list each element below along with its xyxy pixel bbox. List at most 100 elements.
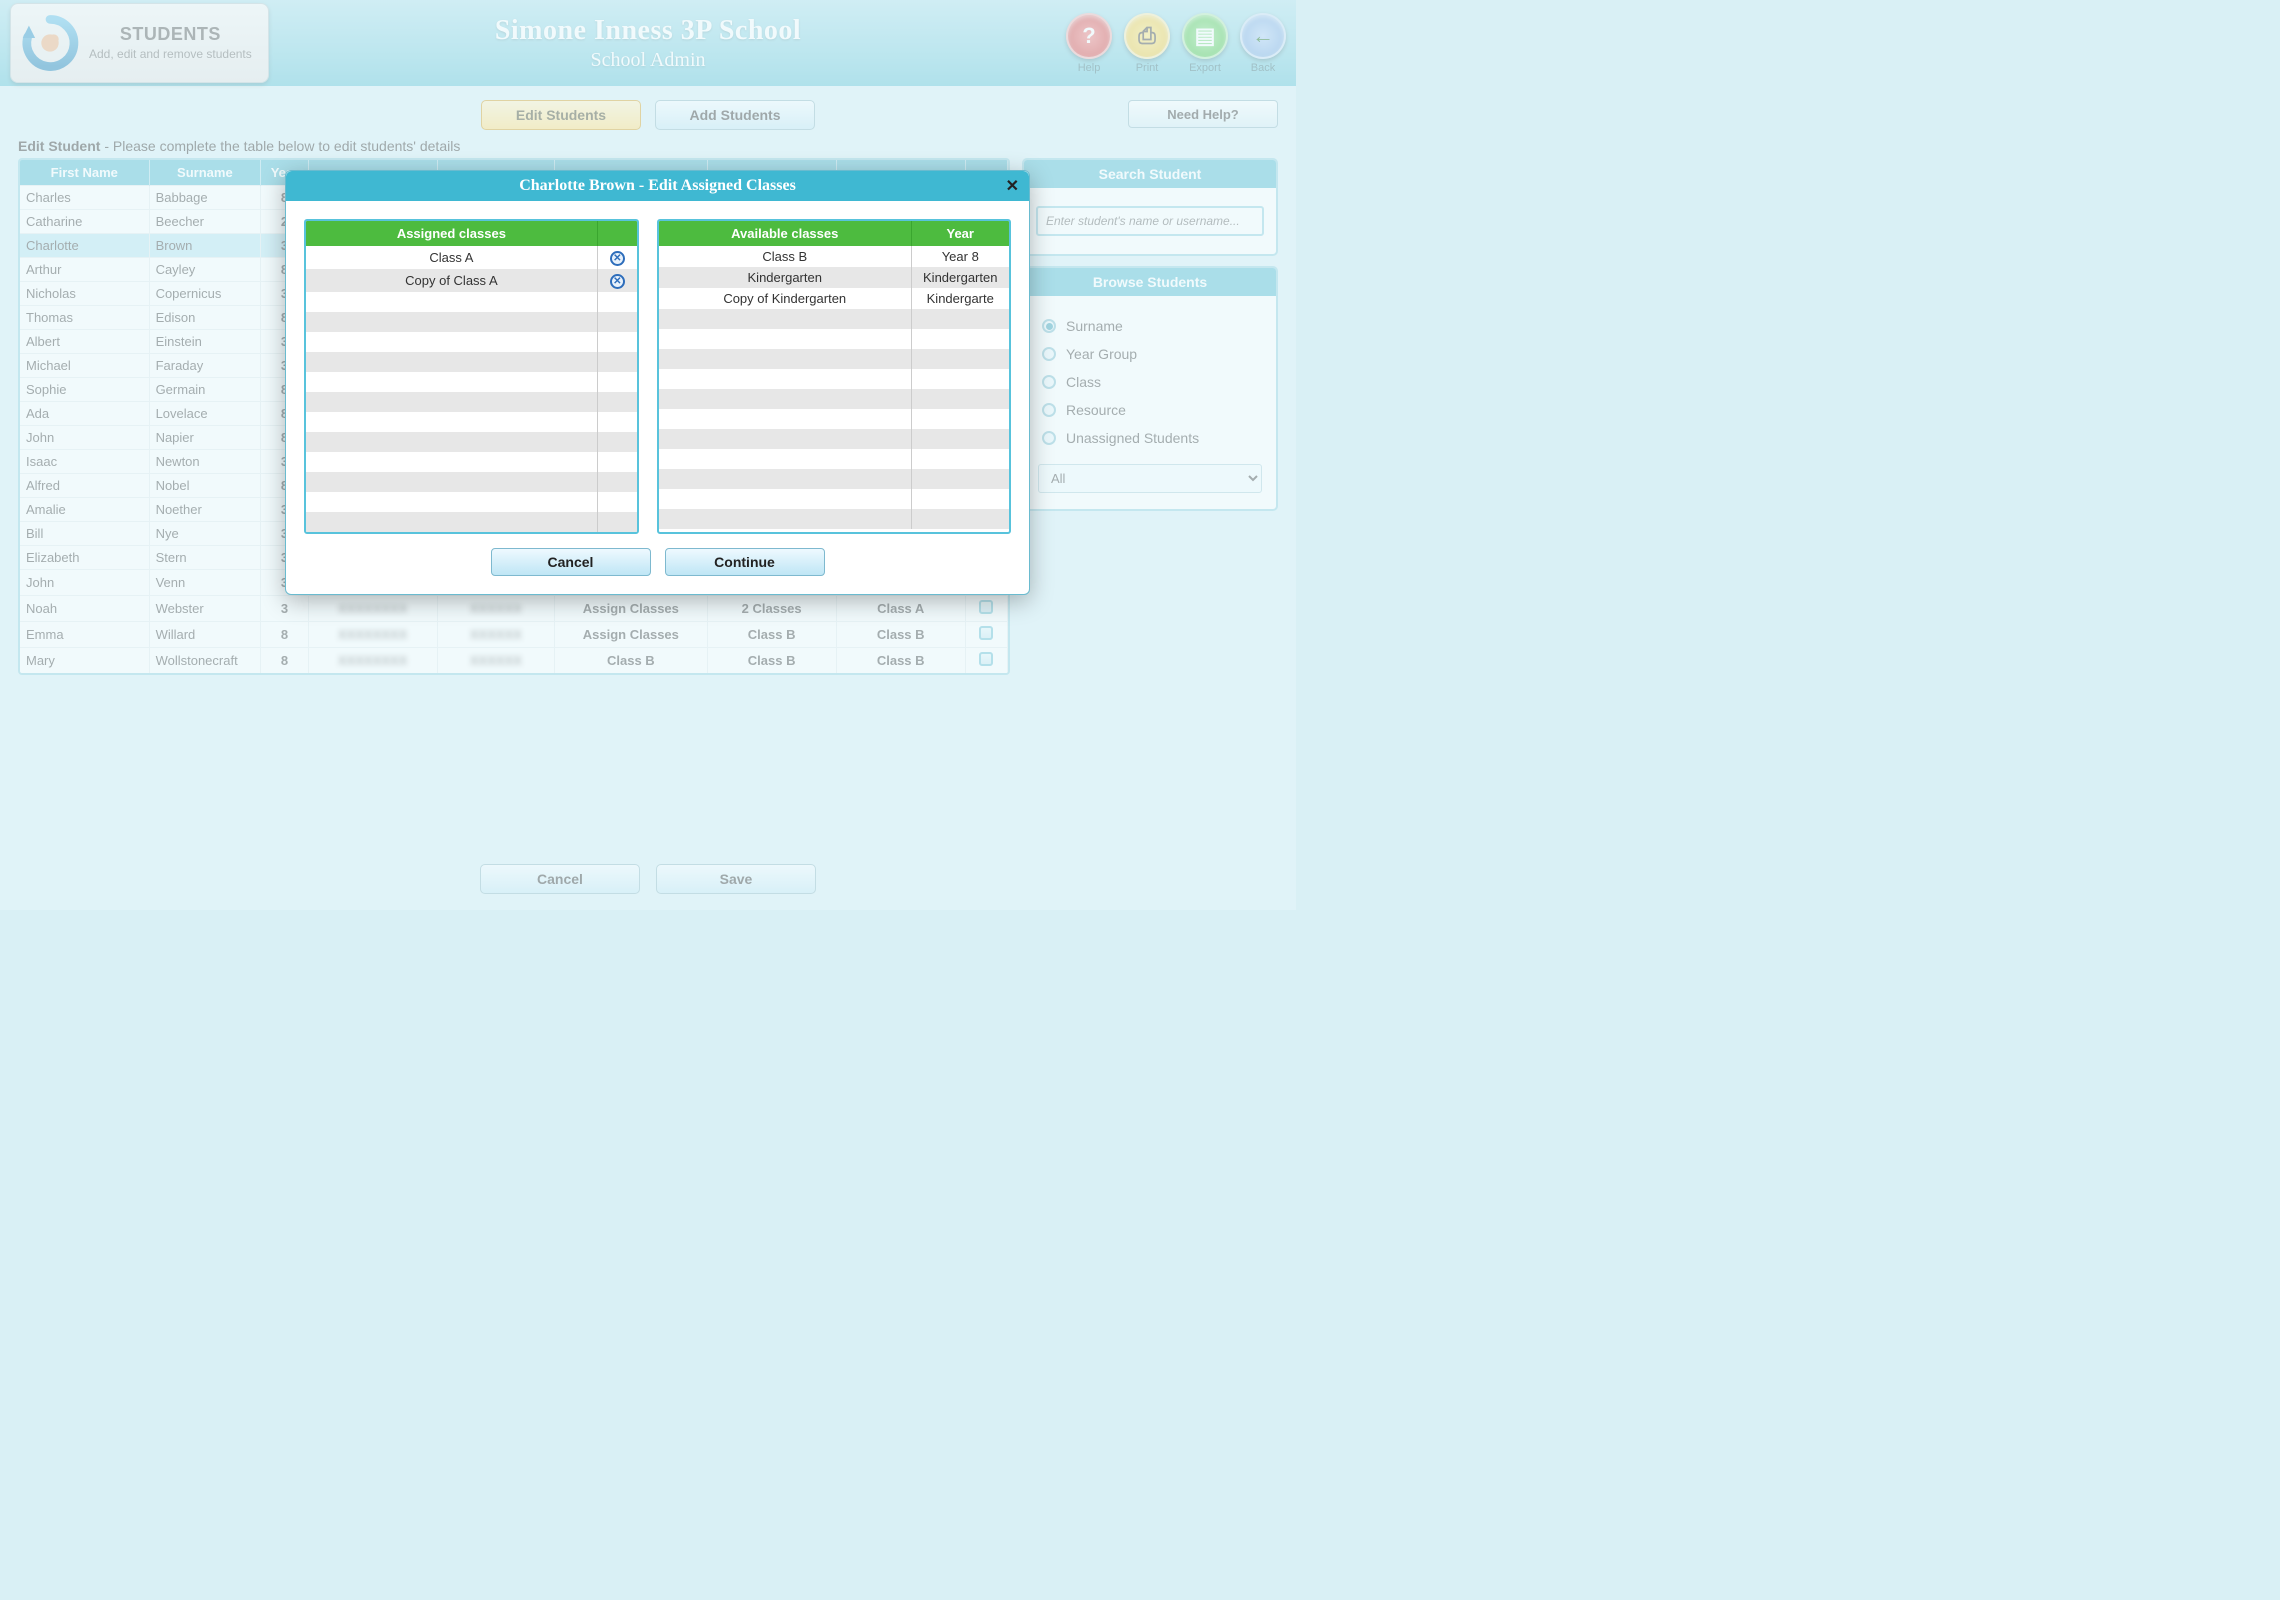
cell-surname: Brown xyxy=(149,234,261,258)
col-surname[interactable]: Surname xyxy=(149,160,261,186)
assigned-name xyxy=(306,292,597,312)
available-year xyxy=(911,389,1009,409)
cell-checkbox[interactable] xyxy=(965,648,1007,674)
remove-cell xyxy=(597,292,637,312)
radio-resource[interactable]: Resource xyxy=(1042,402,1258,418)
available-year xyxy=(911,409,1009,429)
refresh-icon xyxy=(15,8,85,78)
available-name: Kindergarten xyxy=(659,267,911,288)
search-input[interactable] xyxy=(1036,206,1264,236)
table-row[interactable]: NoahWebster3XXXXXXXXXXXXXXAssign Classes… xyxy=(20,596,1008,622)
cell-class-link[interactable]: Class B xyxy=(707,622,836,648)
cell-class-link[interactable]: Class B xyxy=(555,648,708,674)
cell-checkbox[interactable] xyxy=(965,622,1007,648)
close-icon[interactable]: ✕ xyxy=(1006,176,1019,196)
header-center: Simone Inness 3P School School Admin xyxy=(495,15,801,72)
cell-class-link[interactable]: Class B xyxy=(836,648,965,674)
assigned-row xyxy=(306,452,637,472)
available-year xyxy=(911,449,1009,469)
modal-continue-button[interactable]: Continue xyxy=(665,548,825,576)
cell-surname: Napier xyxy=(149,426,261,450)
cell-checkbox[interactable] xyxy=(965,596,1007,622)
cell-class-link[interactable]: Assign Classes xyxy=(555,596,708,622)
col-first-name[interactable]: First Name xyxy=(20,160,149,186)
available-name xyxy=(659,449,911,469)
back-label: Back xyxy=(1240,62,1286,74)
remove-cell xyxy=(597,452,637,472)
browse-filter-select[interactable]: All xyxy=(1038,464,1262,493)
cell-class-link[interactable]: Assign Classes xyxy=(555,622,708,648)
available-year xyxy=(911,329,1009,349)
tab-add-students[interactable]: Add Students xyxy=(655,100,815,130)
radio-year-group[interactable]: Year Group xyxy=(1042,346,1258,362)
remove-icon[interactable]: ✕ xyxy=(610,274,625,289)
radio-class[interactable]: Class xyxy=(1042,374,1258,390)
assigned-row xyxy=(306,412,637,432)
available-year: Year 8 xyxy=(911,246,1009,267)
assigned-row[interactable]: Copy of Class A ✕ xyxy=(306,269,637,292)
available-row xyxy=(659,469,1009,489)
assigned-row xyxy=(306,432,637,452)
cell-class-link[interactable]: Class B xyxy=(707,648,836,674)
students-badge[interactable]: STUDENTS Add, edit and remove students xyxy=(10,3,269,83)
modal-cancel-button[interactable]: Cancel xyxy=(491,548,651,576)
help-button[interactable]: ? Help xyxy=(1066,13,1112,74)
assigned-row xyxy=(306,492,637,512)
assigned-row xyxy=(306,472,637,492)
cell-class-link[interactable]: 2 Classes xyxy=(707,596,836,622)
tab-edit-students[interactable]: Edit Students xyxy=(481,100,641,130)
available-name xyxy=(659,509,911,529)
save-button[interactable]: Save xyxy=(656,864,816,894)
cell-first: John xyxy=(20,426,149,450)
assigned-head: Assigned classes xyxy=(306,221,597,246)
available-year xyxy=(911,349,1009,369)
available-name xyxy=(659,489,911,509)
assigned-row[interactable]: Class A✕ xyxy=(306,246,637,269)
available-row[interactable]: Copy of KindergartenKindergarte xyxy=(659,288,1009,309)
back-button[interactable]: ← Back xyxy=(1240,13,1286,74)
cancel-button[interactable]: Cancel xyxy=(480,864,640,894)
cell-surname: Faraday xyxy=(149,354,261,378)
cell-first: Alfred xyxy=(20,474,149,498)
students-subtitle: Add, edit and remove students xyxy=(89,47,252,61)
radio-surname[interactable]: Surname xyxy=(1042,318,1258,334)
edit-student-label: Edit Student xyxy=(18,138,100,154)
cell-class-link[interactable]: Class A xyxy=(836,596,965,622)
cell-first: Thomas xyxy=(20,306,149,330)
remove-cell[interactable]: ✕ xyxy=(597,269,637,292)
available-row xyxy=(659,449,1009,469)
available-row xyxy=(659,429,1009,449)
assigned-action-head xyxy=(597,221,637,246)
cell-surname: Nobel xyxy=(149,474,261,498)
cell-surname: Babbage xyxy=(149,186,261,210)
cell-surname: Edison xyxy=(149,306,261,330)
cell-hidden: XXXXXX xyxy=(437,622,554,648)
cell-class-link[interactable]: Class B xyxy=(836,622,965,648)
assigned-name: Copy of Class A xyxy=(306,269,597,292)
assigned-name xyxy=(306,312,597,332)
radio-icon xyxy=(1042,375,1056,389)
available-year xyxy=(911,489,1009,509)
cell-first: Charlotte xyxy=(20,234,149,258)
export-label: Export xyxy=(1182,62,1228,74)
cell-hidden: XXXXXX xyxy=(437,648,554,674)
export-button[interactable]: ▤ Export xyxy=(1182,13,1228,74)
available-name xyxy=(659,389,911,409)
available-row[interactable]: KindergartenKindergarten xyxy=(659,267,1009,288)
radio-unassigned[interactable]: Unassigned Students xyxy=(1042,430,1258,446)
need-help-button[interactable]: Need Help? xyxy=(1128,100,1278,128)
table-row[interactable]: EmmaWillard8XXXXXXXXXXXXXXAssign Classes… xyxy=(20,622,1008,648)
question-mark-icon: ? xyxy=(1066,13,1112,59)
available-row xyxy=(659,489,1009,509)
available-row[interactable]: Class BYear 8 xyxy=(659,246,1009,267)
table-row[interactable]: MaryWollstonecraft8XXXXXXXXXXXXXXClass B… xyxy=(20,648,1008,674)
back-arrow-icon: ← xyxy=(1240,13,1286,59)
search-student-panel: Search Student xyxy=(1022,158,1278,256)
available-row xyxy=(659,349,1009,369)
cell-first: Isaac xyxy=(20,450,149,474)
cell-hidden: XXXXXX xyxy=(437,596,554,622)
assigned-name xyxy=(306,332,597,352)
remove-cell[interactable]: ✕ xyxy=(597,246,637,269)
remove-icon[interactable]: ✕ xyxy=(610,251,625,266)
print-button[interactable]: ⎙ Print xyxy=(1124,13,1170,74)
